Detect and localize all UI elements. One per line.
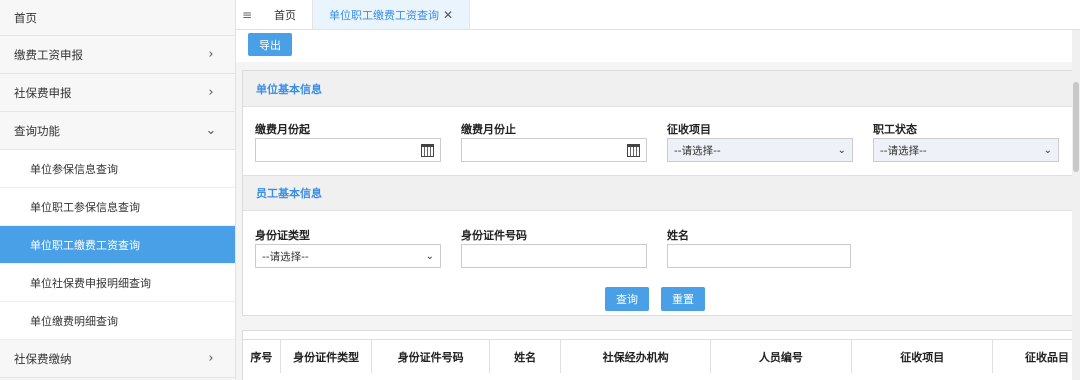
export-button[interactable]: 导出 [248,33,292,56]
calendar-icon[interactable] [627,144,640,157]
column-header: 征收品目 [1025,350,1069,364]
staff-status-select[interactable]: --请选择-- ⌄ [873,138,1059,162]
result-panel: 序号 身份证件类型 身份证件号码 姓名 社保经办机构 人员编号 征收项目 征收品… [242,330,1074,380]
close-icon[interactable]: ✕ [443,8,453,22]
month-to-label: 缴费月份止 [461,123,516,136]
chevron-right-icon: › [208,351,214,366]
sidebar-item-home[interactable]: 首页 [0,0,235,36]
id-no-label: 身份证件号码 [461,229,527,242]
staff-section-title: 员工基本信息 [243,175,1073,211]
sidebar-item-label: 缴费工资申报 [14,47,83,62]
id-type-label: 身份证类型 [255,229,310,242]
sidebar-subitem-payment-detail[interactable]: 单位缴费明细查询 [0,302,235,340]
chevron-down-icon: ⌄ [837,144,846,156]
name-label: 姓名 [667,229,689,242]
sidebar-item-label: 社保费缴纳 [14,351,72,366]
tab-label: 首页 [274,8,296,22]
chevron-down-icon: ⌄ [425,250,434,262]
select-value: --请选择-- [262,250,309,263]
sidebar-item-query[interactable]: 查询功能 ⌄ [0,112,235,150]
column-header: 姓名 [490,340,562,373]
scrollbar[interactable] [1072,30,1080,380]
column-header: 人员编号 [711,340,853,373]
id-type-select[interactable]: --请选择-- ⌄ [255,244,441,268]
tab-staff-salary-query[interactable]: 单位职工缴费工资查询 ✕ [313,0,471,29]
sidebar-subitem-label: 单位缴费明细查询 [30,314,118,328]
sidebar-subitem-staff-salary[interactable]: 单位职工缴费工资查询 [0,226,235,264]
sidebar-subitem-declare-detail[interactable]: 单位社保费申报明细查询 [0,264,235,302]
sidebar-subitem-label: 单位职工缴费工资查询 [30,238,140,252]
month-from-label: 缴费月份起 [255,123,310,136]
name-input[interactable] [667,244,851,268]
query-panel: 单位基本信息 缴费月份起 缴费月份止 征收项目 --请选择-- ⌄ 职工状态 -… [242,70,1074,316]
sidebar-subitem-staff-insured[interactable]: 单位职工参保信息查询 [0,188,235,226]
month-from-input[interactable] [255,138,441,162]
toolbar: 导出 [236,30,1080,62]
select-value: --请选择-- [674,144,721,157]
menu-icon[interactable]: ≡ [236,0,258,29]
chevron-down-icon: ⌄ [1043,144,1052,156]
sidebar-item-salary-declare[interactable]: 缴费工资申报 › [0,36,235,74]
collect-item-label: 征收项目 [667,123,711,136]
sidebar-subitem-unit-insured[interactable]: 单位参保信息查询 [0,150,235,188]
sidebar-item-label: 查询功能 [14,123,60,138]
month-to-input[interactable] [461,138,647,162]
column-header: 序号 [243,340,281,373]
calendar-icon[interactable] [421,144,434,157]
staff-status-label: 职工状态 [873,123,917,136]
collect-item-select[interactable]: --请选择-- ⌄ [667,138,853,162]
sidebar-item-social-fee-declare[interactable]: 社保费申报 › [0,74,235,112]
select-value: --请选择-- [880,144,927,157]
sidebar-item-social-fee-pay[interactable]: 社保费缴纳 › [0,340,235,378]
unit-section-title: 单位基本信息 [243,71,1073,107]
table-header: 序号 身份证件类型 身份证件号码 姓名 社保经办机构 人员编号 征收项目 征收品… [243,339,1073,373]
sidebar-item-label: 社保费申报 [14,85,72,100]
sidebar-item-label: 首页 [14,10,37,25]
button-row: 查询 重置 [243,287,1073,313]
chevron-right-icon: › [208,85,214,100]
column-header: 征收项目 [852,340,994,373]
query-button[interactable]: 查询 [605,287,649,311]
id-no-input[interactable] [461,244,647,268]
chevron-down-icon: ⌄ [205,123,217,138]
sidebar: 首页 缴费工资申报 › 社保费申报 › 查询功能 ⌄ 单位参保信息查询 单位职工… [0,0,236,380]
chevron-right-icon: › [208,47,214,62]
tab-bar: ≡ 首页 单位职工缴费工资查询 ✕ [236,0,1080,30]
sidebar-subitem-label: 单位职工参保信息查询 [30,200,140,214]
column-header: 身份证件号码 [372,340,490,373]
tab-home[interactable]: 首页 [258,0,313,29]
tab-label: 单位职工缴费工资查询 [329,8,439,22]
column-header: 身份证件类型 [281,340,373,373]
column-header: 社保经办机构 [561,340,711,373]
main-content: ≡ 首页 单位职工缴费工资查询 ✕ 导出 单位基本信息 缴费月份起 缴费月份止 … [236,0,1080,380]
sidebar-subitem-label: 单位参保信息查询 [30,162,118,176]
sidebar-subitem-label: 单位社保费申报明细查询 [30,276,151,290]
reset-button[interactable]: 重置 [661,287,705,311]
scrollbar-thumb[interactable] [1073,82,1079,172]
